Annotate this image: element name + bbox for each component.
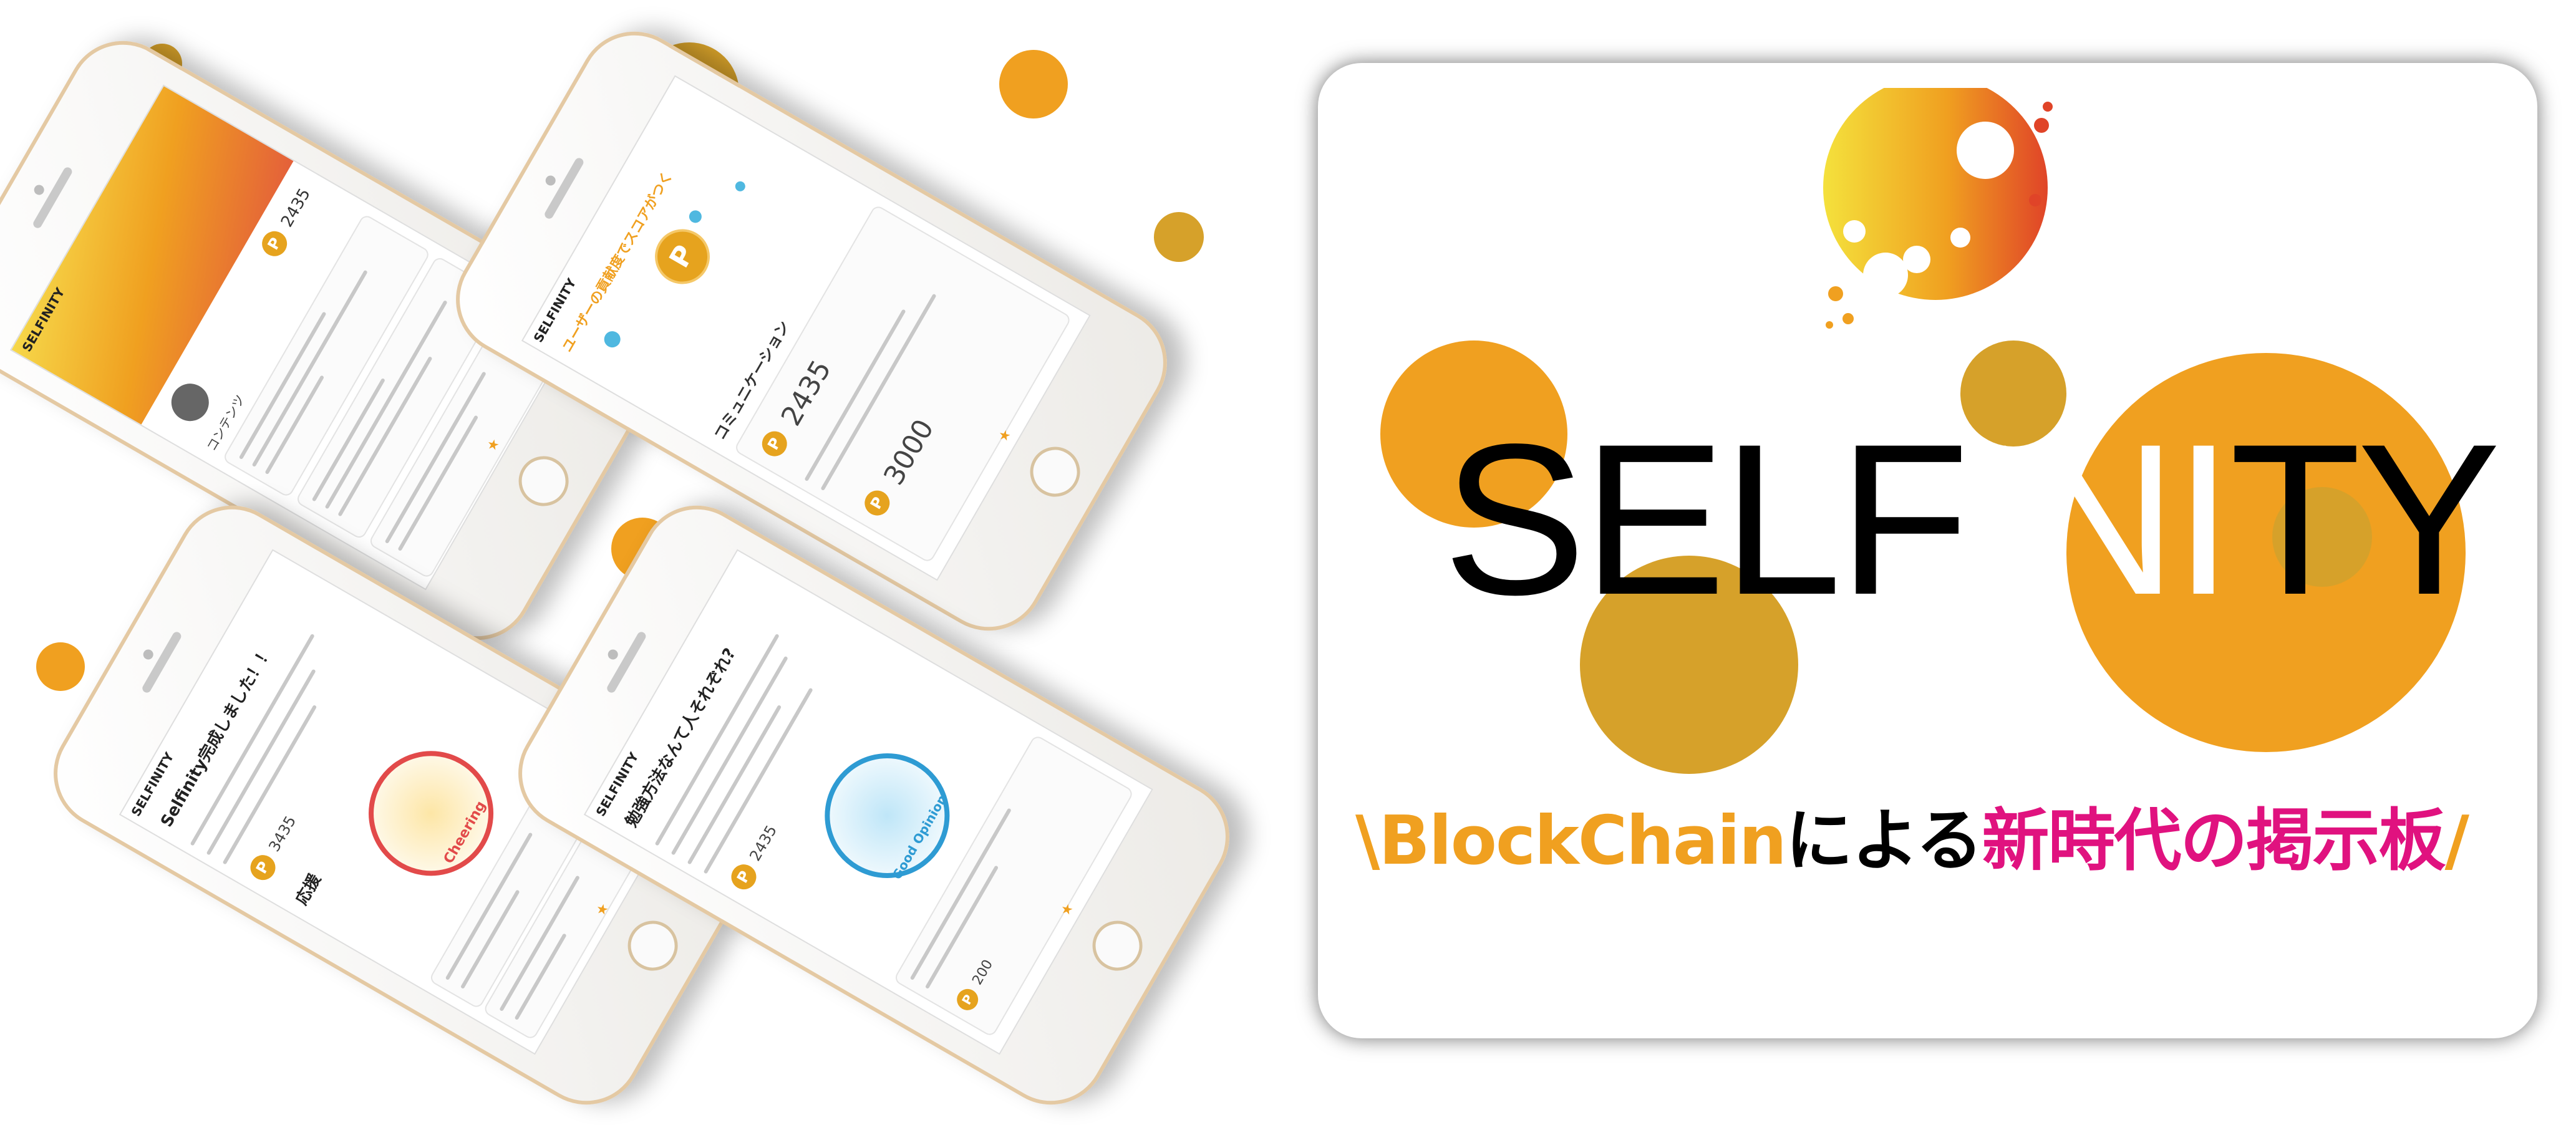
logo-panel: SELFINITY \BlockChainによる新時代の掲示板/ xyxy=(1318,63,2537,1038)
score-value: 3435 xyxy=(265,813,300,855)
phone-camera xyxy=(141,647,155,662)
phone-speaker xyxy=(543,156,585,221)
bubble-deco xyxy=(687,208,704,226)
selfinity-wordmark: SELFINITY xyxy=(1443,412,2501,627)
phone-speaker xyxy=(31,165,74,230)
tagline-slash-close: / xyxy=(2444,802,2469,880)
profile-header-gradient xyxy=(11,86,294,425)
deco-circle xyxy=(1154,212,1204,262)
deco-circle xyxy=(36,642,85,691)
score-value-2: 3000 xyxy=(878,413,941,491)
bubble-deco xyxy=(601,328,624,350)
phone-camera xyxy=(606,647,620,662)
score-coin-icon: P xyxy=(246,850,280,885)
wordmark-suffix: TY xyxy=(2229,400,2501,640)
phone-screen: SELFINITY ユーザーの貢献度でスコアがつく P コミュニケーション P … xyxy=(521,75,1091,581)
phone-camera xyxy=(32,183,46,197)
cheering-section-label: 応援 xyxy=(292,871,325,909)
score-coin-icon: P xyxy=(757,427,792,461)
phone-speaker xyxy=(605,630,647,695)
score-coin-icon: P xyxy=(644,219,720,294)
deco-circle xyxy=(999,50,1068,118)
score-coin-icon: P xyxy=(859,486,894,520)
home-button xyxy=(1083,911,1152,980)
score-value: 2435 xyxy=(746,822,781,864)
tagline-slash-open: \ xyxy=(1355,802,1380,880)
bubble-deco xyxy=(733,179,747,193)
phone-speaker xyxy=(140,630,183,695)
home-button xyxy=(509,447,578,516)
score-coin-icon: P xyxy=(257,226,292,261)
home-button xyxy=(1020,437,1090,506)
good-opinion-stamp[interactable] xyxy=(801,730,972,901)
score-value: 2435 xyxy=(277,185,314,231)
tagline-particle: による xyxy=(1785,802,1983,880)
score-value: 2435 xyxy=(775,354,838,432)
wordmark-highlight: INI xyxy=(1965,400,2234,640)
tagline-phrase: 新時代の掲示板 xyxy=(1982,802,2446,880)
score-coin-icon: P xyxy=(727,859,761,894)
home-button xyxy=(618,911,687,980)
phone-camera xyxy=(543,173,558,188)
avatar[interactable] xyxy=(164,377,216,428)
tagline: \BlockChainによる新時代の掲示板/ xyxy=(1355,786,2469,884)
selfinity-emblem xyxy=(1823,88,2053,329)
wordmark-prefix: SELF xyxy=(1443,400,1970,640)
score-coin-icon: P xyxy=(952,985,982,1015)
tagline-brand: BlockChain xyxy=(1378,802,1786,880)
score-card: P 2435 P 3000 xyxy=(733,204,1072,564)
score-value-2: 200 xyxy=(969,957,997,988)
